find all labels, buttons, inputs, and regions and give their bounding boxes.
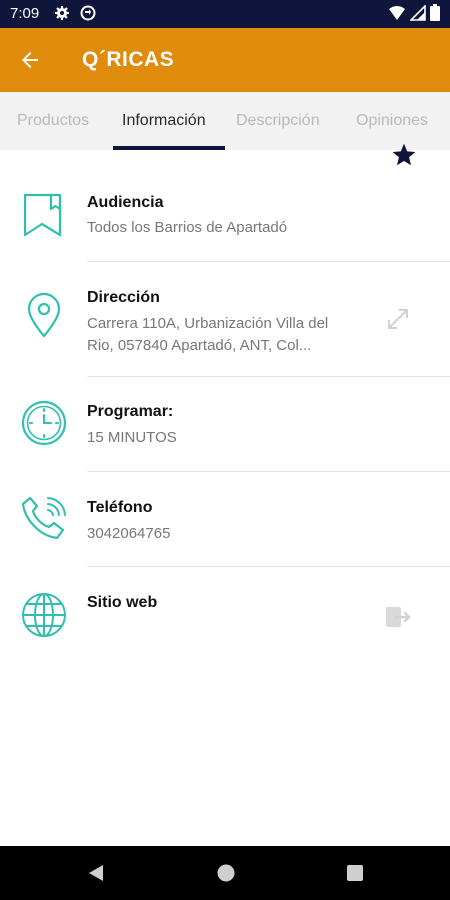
divider — [87, 471, 450, 472]
tab-productos[interactable]: Productos — [17, 112, 89, 130]
status-bar: 7:09 — [0, 0, 450, 28]
back-arrow-icon[interactable] — [18, 48, 42, 72]
gear-icon — [55, 6, 69, 20]
system-nav-bar — [0, 846, 450, 900]
battery-icon — [430, 4, 440, 21]
sync-icon — [80, 5, 96, 21]
divider — [87, 566, 450, 567]
location-pin-icon — [27, 292, 61, 338]
row-title: Teléfono — [87, 499, 153, 516]
expand-icon[interactable] — [384, 305, 412, 333]
home-circle-icon[interactable] — [216, 863, 236, 883]
active-tab-indicator — [113, 146, 225, 150]
row-subtitle: 15 MINUTOS — [87, 429, 177, 446]
clock-icon — [21, 400, 67, 446]
wifi-icon — [389, 5, 405, 20]
signal-icon — [410, 4, 426, 21]
row-subtitle: Carrera 110A, Urbanización Villa del Rio… — [87, 315, 329, 354]
row-subtitle: 3042064765 — [87, 525, 171, 542]
row-title: Dirección — [87, 289, 160, 306]
divider — [87, 261, 450, 262]
row-subtitle: Todos los Barrios de Apartadó — [87, 219, 288, 236]
recents-square-icon[interactable] — [345, 863, 365, 883]
star-icon[interactable] — [391, 142, 417, 168]
open-external-icon[interactable] — [384, 603, 412, 631]
globe-icon — [22, 593, 66, 637]
row-title: Programar: — [87, 403, 174, 420]
back-triangle-icon[interactable] — [86, 863, 106, 883]
status-time: 7:09 — [10, 5, 40, 22]
app-bar: Q´RICAS — [0, 28, 450, 92]
tab-descripcion[interactable]: Descripción — [236, 112, 320, 130]
page-title: Q´RICAS — [82, 48, 175, 71]
status-icons — [388, 4, 440, 21]
row-title: Audiencia — [87, 194, 164, 211]
tab-informacion[interactable]: Información — [122, 112, 206, 130]
tab-opiniones[interactable]: Opiniones — [356, 112, 428, 130]
bookmark-icon — [23, 193, 62, 237]
divider — [87, 376, 450, 377]
row-title: Sitio web — [87, 594, 158, 611]
phone-icon — [21, 496, 66, 540]
tab-bar: Productos Información Descripción Opinio… — [0, 92, 450, 150]
